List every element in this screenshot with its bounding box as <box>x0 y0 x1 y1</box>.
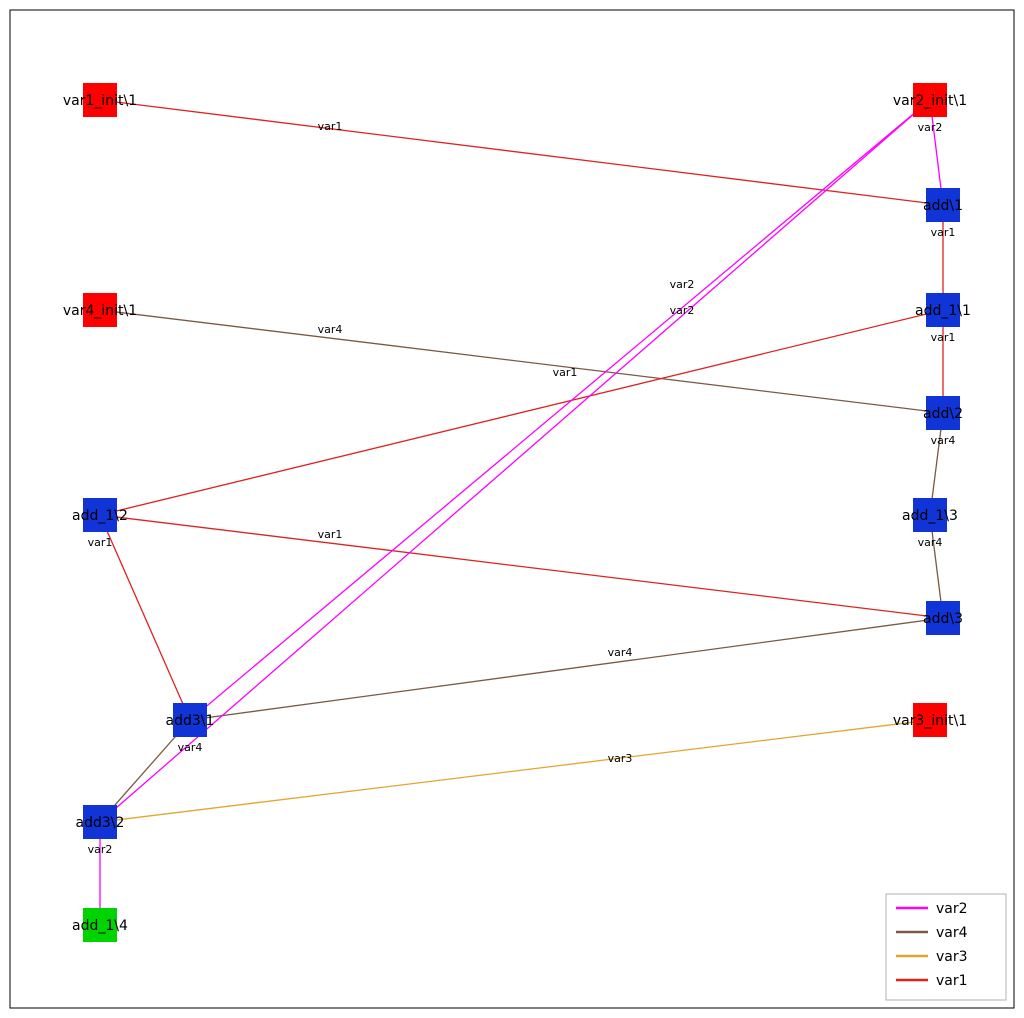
node-label-add2: add\2 <box>923 406 963 422</box>
node-label-add_1_4: add_1\4 <box>72 918 128 934</box>
edge-label-var4: var4 <box>318 323 343 336</box>
node-label-add1: add\1 <box>923 198 963 214</box>
node-label-var1_init: var1_init\1 <box>63 93 137 109</box>
node-label-var2_init: var2_init\1 <box>893 93 967 109</box>
node-out-add2: var4 <box>931 434 956 447</box>
node-out-add_1_2: var1 <box>88 536 113 549</box>
node-label-add_1_2: add_1\2 <box>72 508 128 524</box>
plot-frame <box>10 10 1014 1008</box>
edge-label-var1: var1 <box>318 528 343 541</box>
node-out-add_1_1: var1 <box>931 331 956 344</box>
edge-label-var4: var4 <box>608 646 633 659</box>
node-label-add_1_3: add_1\3 <box>902 508 958 524</box>
legend-label-var4: var4 <box>936 925 968 941</box>
node-label-add_1_1: add_1\1 <box>915 303 971 319</box>
node-label-add3_1: add3\1 <box>166 713 215 729</box>
edge-label-var3: var3 <box>608 752 633 765</box>
node-out-add3_2: var2 <box>88 843 113 856</box>
node-label-add3: add\3 <box>923 611 963 627</box>
edge-label-var2: var2 <box>670 278 695 291</box>
edge-label-var1: var1 <box>318 120 343 133</box>
legend-label-var2: var2 <box>936 901 968 917</box>
node-out-add_1_3: var4 <box>918 536 943 549</box>
edge-label-var2: var2 <box>670 304 695 317</box>
edge-label-var1: var1 <box>553 366 578 379</box>
node-out-add3_1: var4 <box>178 741 203 754</box>
legend-label-var1: var1 <box>936 973 968 989</box>
graph-canvas: var1 var4 var1 var1 var4 var2 var2 var3 var1_ini… <box>0 0 1024 1018</box>
node-label-var4_init: var4_init\1 <box>63 303 137 319</box>
node-label-add3_2: add3\2 <box>76 815 125 831</box>
node-out-var2_init: var2 <box>918 121 943 134</box>
legend-label-var3: var3 <box>936 949 968 965</box>
node-label-var3_init: var3_init\1 <box>893 713 967 729</box>
node-out-add1: var1 <box>931 226 956 239</box>
